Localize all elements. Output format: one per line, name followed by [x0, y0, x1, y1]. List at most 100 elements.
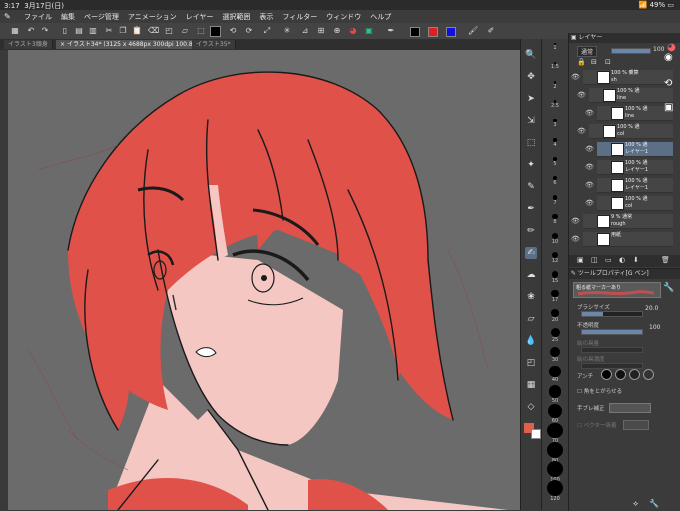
brush-size-6[interactable]: 6 [546, 176, 564, 186]
eye-icon[interactable]: 👁 [577, 127, 586, 135]
airbrush-tool-icon[interactable]: ☁ [525, 269, 537, 281]
eye-icon[interactable]: 👁 [585, 109, 594, 117]
layer-row[interactable]: 👁 9 % 通常 rough [571, 214, 673, 229]
eye-icon[interactable]: 👁 [585, 199, 594, 207]
brush-size-5[interactable]: 5 [546, 157, 564, 167]
tab-illust-active[interactable]: × イラスト34* (3125 x 4688px 300dpi 100.8%) [56, 40, 206, 49]
drawing-canvas[interactable] [8, 50, 520, 510]
brush-size-1[interactable]: 1 [546, 43, 564, 51]
selection-tool-icon[interactable]: ⬚ [525, 137, 537, 149]
layer-row[interactable]: 👁 100 % 通 レイヤー1 [585, 142, 673, 157]
brush-size-1.5[interactable]: 1.5 [546, 62, 564, 70]
move-layer-tool-icon[interactable]: ⇲ [525, 115, 537, 127]
aa-strong-option[interactable] [643, 369, 654, 380]
pen-tool-icon[interactable]: ✒ [525, 203, 537, 215]
brush-preview[interactable]: 粗る紙マーカーあり [573, 282, 661, 298]
pencil-tool-icon[interactable]: ✏ [525, 225, 537, 237]
pen-tool-icon[interactable]: ✒ [386, 26, 396, 36]
decoration-tool-icon[interactable]: ❀ [525, 291, 537, 303]
menu-item-7[interactable]: フィルター [282, 12, 317, 22]
layer-row[interactable]: 👁 100 % 通 col [577, 124, 673, 139]
brush-size-30[interactable]: 30 [546, 347, 564, 363]
ruler-icon[interactable]: ⊿ [300, 26, 310, 36]
eraser-tool-icon[interactable]: ▱ [525, 313, 537, 325]
aa-none-option[interactable] [601, 369, 612, 380]
layer-row[interactable]: 👁 用紙 [571, 232, 673, 247]
brush-size-slider[interactable] [581, 311, 643, 317]
blend-mode-select[interactable]: 通常 [577, 46, 598, 57]
brush-size-70[interactable]: 70 [546, 423, 564, 444]
undo-arrow-icon[interactable]: ↶ [26, 26, 36, 36]
rotate-right-icon[interactable]: ⟳ [244, 26, 254, 36]
menu-item-6[interactable]: 表示 [259, 12, 273, 22]
operation-tool-icon[interactable]: ➤ [525, 93, 537, 105]
layer-lock-icon[interactable]: 🔒 [577, 58, 586, 66]
new-layer-icon[interactable]: ▣ [577, 256, 584, 264]
new-file-icon[interactable]: ▯ [60, 26, 70, 36]
brush-size-50[interactable]: 50 [546, 385, 564, 404]
aa-weak-option[interactable] [615, 369, 626, 380]
layer-opacity-slider[interactable] [611, 48, 651, 54]
sub-color-swatch[interactable] [531, 429, 541, 439]
clear-icon[interactable]: ⌫ [148, 26, 159, 36]
red-color-swatch[interactable] [428, 27, 438, 37]
select-icon[interactable]: ⬚ [196, 26, 206, 36]
blue-color-swatch[interactable] [446, 27, 456, 37]
brush-size-3[interactable]: 3 [546, 119, 564, 128]
eye-icon[interactable]: 👁 [571, 235, 580, 243]
grid-icon[interactable]: ⊞ [316, 26, 326, 36]
eye-icon[interactable]: 👁 [585, 163, 594, 171]
corner-row[interactable]: ☐ 角をとがらせる [577, 387, 622, 395]
black-square-icon[interactable] [210, 26, 221, 37]
brush-size-12[interactable]: 12 [546, 252, 564, 264]
transform-icon[interactable]: ⤢ [262, 26, 272, 36]
rotate-left-icon[interactable]: ⟲ [228, 26, 238, 36]
mask-icon[interactable]: ◐ [619, 256, 625, 264]
aa-medium-option[interactable] [629, 369, 640, 380]
navigator-icon[interactable]: ▣ [664, 102, 673, 113]
brush-size-4[interactable]: 4 [546, 138, 564, 148]
paste-icon[interactable]: 📋 [132, 26, 142, 36]
save-icon[interactable]: ▥ [88, 26, 98, 36]
settings-icon[interactable]: 🔧 [649, 499, 659, 508]
eyedropper-tool-icon[interactable]: ✎ [525, 181, 537, 193]
move-tool-icon[interactable]: ✥ [525, 71, 537, 83]
stabilization-control[interactable] [609, 403, 651, 413]
tab-illust-3[interactable]: イラスト35* [192, 40, 236, 49]
eraser-icon[interactable]: ▱ [180, 26, 190, 36]
color-mix-slider[interactable] [581, 347, 643, 353]
brush-settings-icon[interactable]: 🔧 [663, 283, 674, 293]
menu-item-8[interactable]: ウィンドウ [326, 12, 361, 22]
fill-tool-icon[interactable]: ◰ [525, 357, 537, 369]
brush-size-25[interactable]: 25 [546, 328, 564, 343]
brush-size-15[interactable]: 15 [546, 271, 564, 284]
brush-size-8[interactable]: 8 [546, 214, 564, 225]
vector-row[interactable]: ☐ ベクター吸着 [577, 421, 616, 429]
tab-illust-1[interactable]: イラスト3頭身 [4, 40, 53, 49]
layer-clip-icon[interactable]: ⊟ [591, 58, 597, 66]
brush-icon[interactable]: 🖌 [468, 26, 478, 36]
stylus-icon[interactable]: ✐ [486, 26, 496, 36]
color-wheel-icon[interactable]: ◕ [348, 26, 358, 36]
brush-size-20[interactable]: 20 [546, 309, 564, 323]
zoom-tool-icon[interactable]: 🔍 [525, 49, 537, 61]
merge-icon[interactable]: ⬇ [633, 256, 639, 264]
redo-arrow-icon[interactable]: ↷ [40, 26, 50, 36]
brush-size-7[interactable]: 7 [546, 195, 564, 206]
layer-row[interactable]: 👁 100 % 通 col [585, 196, 673, 211]
vector-control[interactable] [623, 420, 649, 430]
fold-icon[interactable]: ⟡ [633, 499, 638, 509]
layer-color-icon[interactable]: ▣ [364, 26, 374, 36]
menu-item-9[interactable]: ヘルプ [370, 12, 391, 22]
eye-icon[interactable]: 👁 [585, 145, 594, 153]
brush-size-2.5[interactable]: 2.5 [546, 100, 564, 109]
brush-size-60[interactable]: 60 [546, 404, 564, 424]
open-file-icon[interactable]: ▤ [74, 26, 84, 36]
eye-icon[interactable]: 👁 [585, 181, 594, 189]
auto-select-tool-icon[interactable]: ✦ [525, 159, 537, 171]
app-logo-icon[interactable]: ✎ [4, 12, 14, 21]
figure-tool-icon[interactable]: ◇ [525, 401, 537, 413]
copy-icon[interactable]: ❐ [118, 26, 128, 36]
delete-layer-icon[interactable]: 🗑 [661, 256, 670, 264]
target-icon[interactable]: ⊕ [332, 26, 342, 36]
